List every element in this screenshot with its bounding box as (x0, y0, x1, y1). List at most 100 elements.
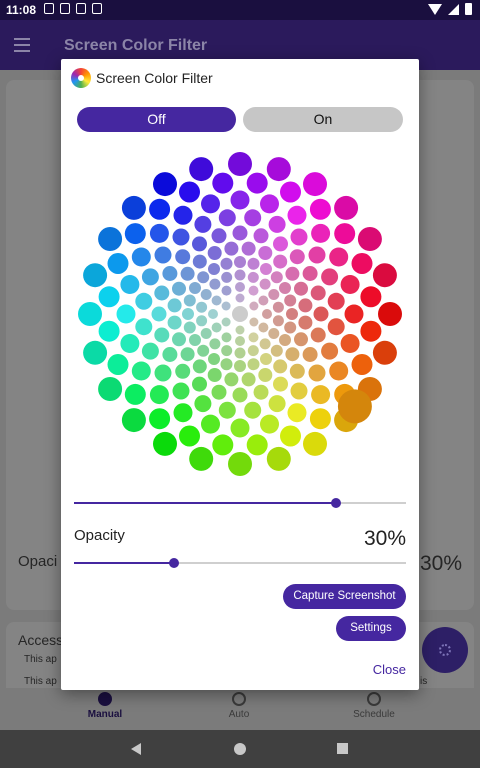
color-swatch[interactable] (248, 332, 259, 343)
color-swatch[interactable] (212, 434, 234, 456)
settings-button[interactable]: Settings (336, 616, 406, 641)
color-swatch[interactable] (221, 271, 233, 283)
close-button[interactable]: Close (373, 662, 406, 677)
color-swatch[interactable] (258, 322, 269, 333)
color-swatch[interactable] (207, 368, 222, 382)
selected-color-swatch[interactable] (337, 389, 372, 424)
color-swatch[interactable] (141, 342, 159, 360)
color-swatch[interactable] (246, 434, 268, 456)
color-swatch[interactable] (357, 227, 382, 251)
color-swatch[interactable] (258, 246, 273, 260)
color-swatch[interactable] (378, 302, 402, 326)
color-swatch[interactable] (211, 295, 222, 306)
color-swatch[interactable] (179, 181, 200, 203)
color-swatch[interactable] (201, 414, 220, 434)
color-swatch[interactable] (221, 345, 233, 357)
color-swatch[interactable] (273, 359, 288, 374)
color-swatch[interactable] (221, 332, 232, 343)
color-swatch[interactable] (298, 315, 313, 330)
color-swatch[interactable] (224, 372, 239, 387)
color-swatch[interactable] (294, 281, 308, 296)
color-swatch[interactable] (173, 205, 193, 225)
color-swatch[interactable] (372, 263, 397, 288)
color-swatch[interactable] (262, 309, 272, 319)
color-swatch[interactable] (285, 266, 300, 281)
color-swatch[interactable] (149, 198, 171, 220)
color-swatch[interactable] (153, 172, 177, 197)
off-button[interactable]: Off (77, 107, 236, 132)
color-swatch[interactable] (209, 338, 221, 350)
color-swatch[interactable] (200, 289, 212, 300)
color-swatch[interactable] (279, 334, 291, 346)
color-swatch[interactable] (247, 257, 260, 270)
color-swatch[interactable] (285, 347, 300, 362)
color-swatch[interactable] (183, 294, 196, 307)
color-swatch[interactable] (120, 275, 140, 294)
color-swatch[interactable] (230, 418, 250, 438)
color-swatch[interactable] (327, 318, 345, 336)
color-swatch[interactable] (270, 271, 283, 284)
color-swatch[interactable] (270, 344, 283, 357)
color-swatch[interactable] (221, 285, 232, 296)
color-swatch[interactable] (151, 306, 167, 322)
color-swatch[interactable] (260, 194, 279, 214)
color-swatch[interactable] (302, 347, 318, 362)
color-wheel[interactable] (61, 139, 419, 489)
color-swatch[interactable] (273, 254, 288, 269)
color-swatch[interactable] (334, 223, 356, 245)
color-swatch[interactable] (268, 328, 280, 339)
color-swatch[interactable] (244, 401, 262, 419)
color-swatch[interactable] (173, 403, 193, 423)
color-swatch[interactable] (298, 298, 313, 313)
color-swatch[interactable] (284, 294, 297, 307)
color-swatch[interactable] (179, 425, 200, 447)
color-swatch[interactable] (189, 157, 214, 182)
slider-thumb[interactable] (331, 498, 342, 508)
color-swatch[interactable] (303, 431, 327, 456)
color-swatch[interactable] (268, 395, 286, 413)
color-swatch[interactable] (218, 401, 236, 419)
color-swatch[interactable] (259, 338, 271, 350)
color-swatch[interactable] (235, 293, 245, 303)
color-swatch[interactable] (149, 408, 171, 430)
color-swatch[interactable] (266, 446, 291, 471)
color-swatch[interactable] (167, 298, 182, 313)
on-button[interactable]: On (243, 107, 403, 132)
color-swatch[interactable] (303, 172, 327, 197)
color-swatch[interactable] (192, 236, 207, 252)
color-swatch[interactable] (149, 385, 169, 405)
color-swatch[interactable] (197, 344, 210, 357)
color-swatch[interactable] (280, 181, 301, 203)
color-slider[interactable] (74, 496, 406, 510)
color-swatch[interactable] (309, 198, 331, 220)
color-swatch[interactable] (289, 249, 305, 265)
color-swatch[interactable] (321, 342, 339, 360)
recents-icon[interactable] (337, 743, 348, 754)
color-swatch[interactable] (334, 195, 359, 220)
color-swatch[interactable] (327, 292, 345, 310)
color-swatch[interactable] (196, 315, 208, 327)
color-swatch[interactable] (78, 302, 102, 326)
color-swatch[interactable] (259, 278, 271, 290)
color-swatch[interactable] (247, 358, 260, 371)
color-swatch[interactable] (234, 256, 246, 268)
color-swatch[interactable] (311, 385, 331, 405)
color-swatch[interactable] (266, 157, 291, 182)
color-swatch[interactable] (273, 376, 288, 392)
color-swatch[interactable] (302, 266, 318, 281)
color-swatch[interactable] (220, 257, 233, 270)
color-swatch[interactable] (141, 268, 159, 286)
color-swatch[interactable] (249, 317, 259, 327)
color-swatch[interactable] (200, 328, 212, 339)
color-swatch[interactable] (260, 414, 279, 434)
color-swatch[interactable] (232, 306, 248, 322)
color-swatch[interactable] (172, 281, 186, 296)
color-swatch[interactable] (310, 327, 326, 343)
color-swatch[interactable] (211, 384, 227, 400)
color-swatch[interactable] (244, 209, 262, 227)
color-swatch[interactable] (308, 246, 326, 264)
color-swatch[interactable] (196, 301, 208, 313)
color-swatch[interactable] (98, 377, 123, 401)
color-swatch[interactable] (311, 223, 331, 243)
color-swatch[interactable] (208, 353, 220, 365)
